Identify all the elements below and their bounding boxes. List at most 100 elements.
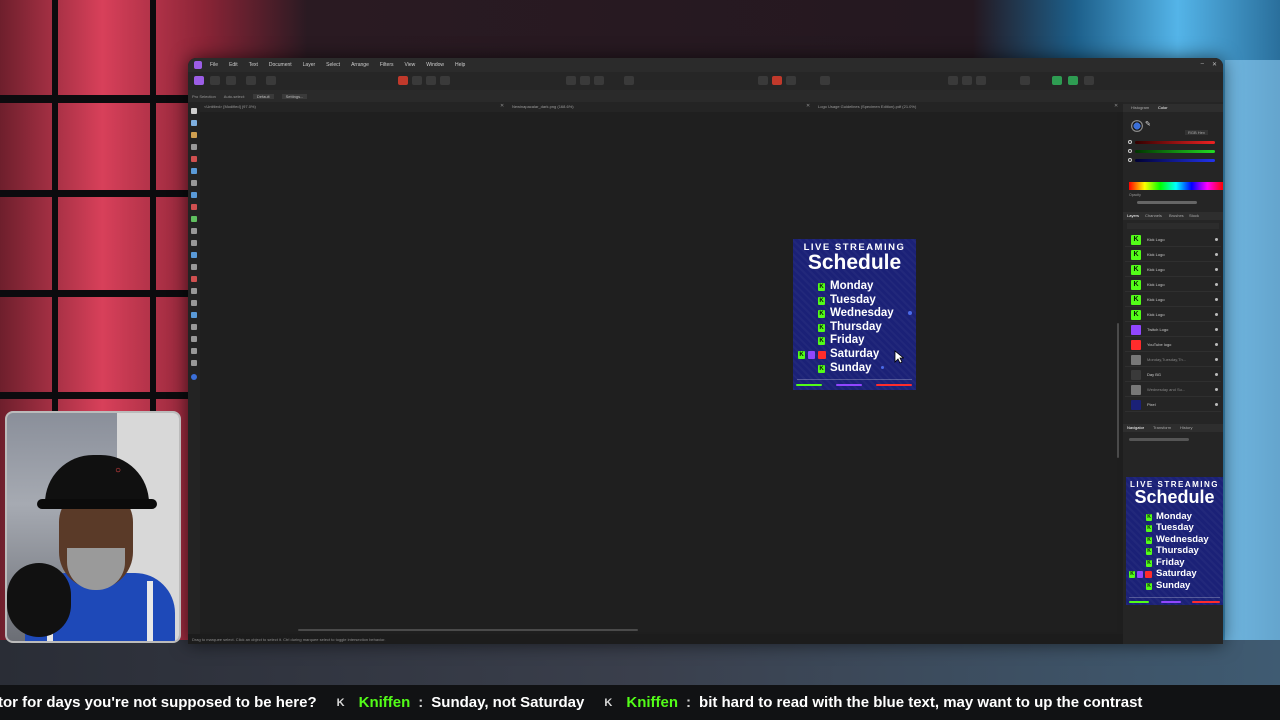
eyedropper-icon[interactable]: ✎ xyxy=(1145,120,1151,128)
text-tool-icon[interactable] xyxy=(191,264,197,270)
green-slider[interactable] xyxy=(1135,150,1215,153)
menu-edit[interactable]: Edit xyxy=(229,62,238,68)
align-left-button[interactable] xyxy=(566,76,576,85)
gradient-button[interactable] xyxy=(440,76,450,85)
layer-row[interactable]: K Kick Logo xyxy=(1125,233,1221,247)
opacity-slider[interactable] xyxy=(1137,201,1197,204)
layer-visibility-toggle[interactable] xyxy=(1215,283,1218,286)
menu-file[interactable]: File xyxy=(210,62,218,68)
layer-visibility-toggle[interactable] xyxy=(1215,328,1218,331)
insert-behind-button[interactable] xyxy=(962,76,972,85)
stroke-swatch-button[interactable] xyxy=(412,76,422,85)
menu-help[interactable]: Help xyxy=(455,62,465,68)
insert-button[interactable] xyxy=(948,76,958,85)
help-button[interactable] xyxy=(1084,76,1094,85)
corner-tool-icon[interactable] xyxy=(191,336,197,342)
ellipse-tool-icon[interactable] xyxy=(191,252,197,258)
layer-row[interactable]: Twitch Logo xyxy=(1125,323,1221,337)
flag-button[interactable] xyxy=(758,76,768,85)
layer-row[interactable]: K Kick Logo xyxy=(1125,293,1221,307)
transform-button[interactable] xyxy=(786,76,796,85)
fill-stroke-well[interactable] xyxy=(1131,120,1143,132)
assistant-button[interactable] xyxy=(1052,76,1062,85)
layer-row[interactable]: K Kick Logo xyxy=(1125,248,1221,262)
tab-history[interactable]: History xyxy=(1180,425,1192,430)
layer-visibility-toggle[interactable] xyxy=(1215,343,1218,346)
export-persona-button[interactable] xyxy=(226,76,236,85)
transparency-tool-icon[interactable] xyxy=(191,204,197,210)
layer-visibility-toggle[interactable] xyxy=(1215,373,1218,376)
artboard-tool-icon[interactable] xyxy=(191,132,197,138)
menu-text[interactable]: Text xyxy=(249,62,258,68)
layer-row[interactable]: YouTube logo xyxy=(1125,338,1221,352)
pixel-persona-button[interactable] xyxy=(210,76,220,85)
layer-row[interactable]: K Kick Logo xyxy=(1125,263,1221,277)
layer-blend-controls[interactable] xyxy=(1127,223,1219,229)
color-picker-button[interactable] xyxy=(426,76,436,85)
tab-color[interactable]: Color xyxy=(1158,105,1168,110)
layer-visibility-toggle[interactable] xyxy=(1215,403,1218,406)
blue-radio[interactable] xyxy=(1128,158,1132,162)
measure-tool-icon[interactable] xyxy=(191,348,197,354)
green-radio[interactable] xyxy=(1128,149,1132,153)
menu-filters[interactable]: Filters xyxy=(380,62,394,68)
layer-row[interactable]: Wednesday and Su... xyxy=(1125,383,1221,397)
tab-pdf[interactable]: Logo Usage Guidelines (Specimen Edition)… xyxy=(818,104,916,109)
shape-tool-icon[interactable] xyxy=(191,240,197,246)
pencil-tool-icon[interactable] xyxy=(191,168,197,174)
minimize-icon[interactable]: – xyxy=(1201,61,1204,68)
preferences-button[interactable] xyxy=(1068,76,1078,85)
document-canvas[interactable]: LIVE STREAMING Schedule K Monday K Tuesd… xyxy=(200,112,1117,632)
layer-visibility-toggle[interactable] xyxy=(1215,238,1218,241)
menu-arrange[interactable]: Arrange xyxy=(351,62,369,68)
tab-layers[interactable]: Layers xyxy=(1127,213,1139,218)
frame-text-tool-icon[interactable] xyxy=(191,276,197,282)
color-spectrum[interactable] xyxy=(1129,182,1223,190)
red-slider[interactable] xyxy=(1135,141,1215,144)
layer-row[interactable]: Pixel xyxy=(1125,398,1221,412)
color-mode-dropdown[interactable]: RGB Hex xyxy=(1185,130,1208,135)
tab-png[interactable]: Newinapacalar_dark.png (168.6%) xyxy=(512,104,574,109)
pen-tool-icon[interactable] xyxy=(191,156,197,162)
layer-row[interactable]: K Kick Logo xyxy=(1125,308,1221,322)
snap-grid-button[interactable] xyxy=(1020,76,1030,85)
layer-visibility-toggle[interactable] xyxy=(1215,388,1218,391)
move-tool-icon[interactable] xyxy=(191,108,197,114)
layer-visibility-toggle[interactable] xyxy=(1215,313,1218,316)
menu-window[interactable]: Window xyxy=(426,62,444,68)
color-picker-tool-icon[interactable] xyxy=(191,228,197,234)
layer-visibility-toggle[interactable] xyxy=(1215,358,1218,361)
navigator-zoom-slider[interactable] xyxy=(1129,438,1189,441)
fill-tool-icon[interactable] xyxy=(191,192,197,198)
menu-document[interactable]: Document xyxy=(269,62,292,68)
tab-stock[interactable]: Stock xyxy=(1189,213,1199,218)
insert-inside-button[interactable] xyxy=(976,76,986,85)
constraints-button[interactable] xyxy=(820,76,830,85)
layer-visibility-toggle[interactable] xyxy=(1215,268,1218,271)
tab-transform[interactable]: Transform xyxy=(1153,425,1171,430)
area-tool-icon[interactable] xyxy=(191,360,197,366)
designer-persona-button[interactable] xyxy=(194,76,204,85)
menu-view[interactable]: View xyxy=(405,62,416,68)
vector-brush-tool-icon[interactable] xyxy=(191,180,197,186)
layer-row[interactable]: Day BG xyxy=(1125,368,1221,382)
fill-swatch-button[interactable] xyxy=(398,76,408,85)
layer-row[interactable]: Monday,Tuesday,Th... xyxy=(1125,353,1221,367)
place-image-tool-icon[interactable] xyxy=(191,216,197,222)
boolean-button[interactable] xyxy=(772,76,782,85)
tab-navigator[interactable]: Navigator xyxy=(1127,425,1144,430)
document-setup-button[interactable] xyxy=(246,76,256,85)
auto-select-dropdown[interactable]: Default xyxy=(252,93,274,99)
snapping-button[interactable] xyxy=(266,76,276,85)
tab-channels[interactable]: Channels xyxy=(1145,213,1162,218)
horizontal-scrollbar[interactable] xyxy=(298,629,638,631)
close-icon[interactable]: ✕ xyxy=(500,103,504,109)
close-icon[interactable]: ✕ xyxy=(1212,61,1217,68)
zoom-tool-icon[interactable] xyxy=(191,300,197,306)
schedule-artwork[interactable]: LIVE STREAMING Schedule K Monday K Tuesd… xyxy=(793,239,916,390)
tab-brushes[interactable]: Brushes xyxy=(1169,213,1184,218)
red-radio[interactable] xyxy=(1128,140,1132,144)
menu-layer[interactable]: Layer xyxy=(303,62,316,68)
settings-button[interactable]: Settings... xyxy=(281,93,308,99)
arrange-button[interactable] xyxy=(624,76,634,85)
